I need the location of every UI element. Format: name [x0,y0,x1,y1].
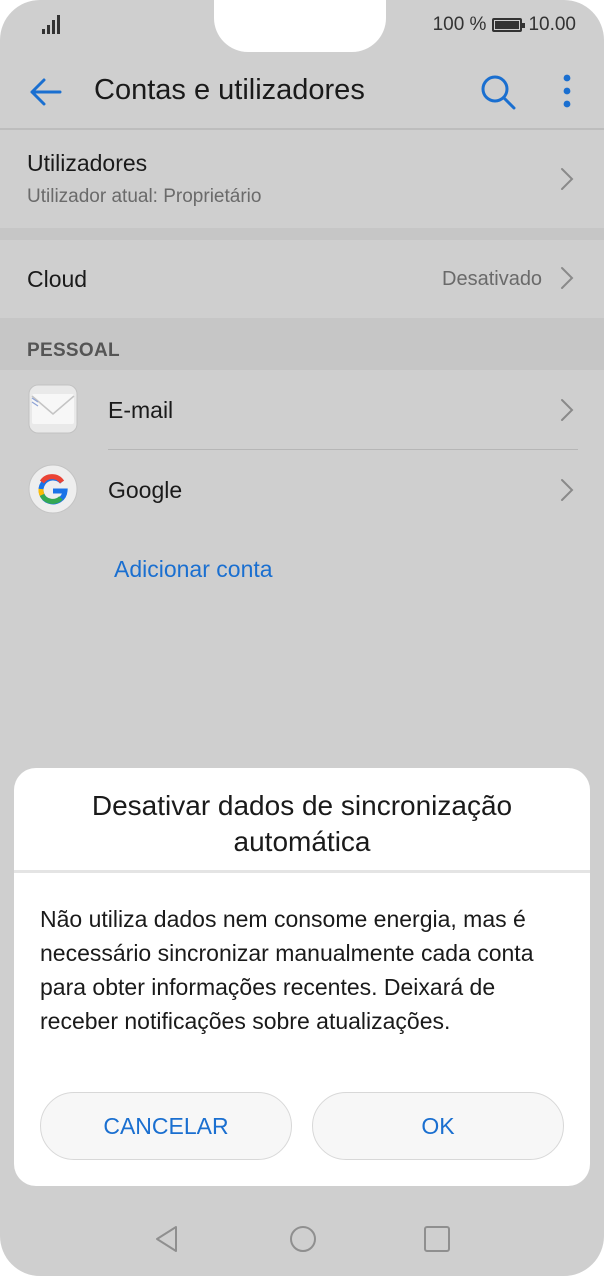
account-label-google: Google [108,477,183,503]
more-options-icon[interactable] [552,72,582,112]
search-icon[interactable] [478,72,518,112]
status-bar: 100 % 10.00 [0,0,604,52]
signal-icon [42,14,64,34]
status-right: 100 % 10.00 [433,14,576,36]
users-subtitle: Utilizador atual: Proprietário [27,186,262,207]
nav-back-icon[interactable] [152,1224,182,1254]
toolbar: Contas e utilizadores [0,52,604,130]
clock: 10.00 [528,14,576,35]
google-icon [28,464,78,514]
users-row[interactable]: Utilizadores Utilizador atual: Proprietá… [0,130,604,228]
dialog-message: Não utiliza dados nem consome energia, m… [40,906,534,1034]
account-label-email: E-mail [108,397,174,423]
ok-button[interactable]: OK [312,1092,564,1160]
chevron-right-icon [561,267,574,289]
nav-home-icon[interactable] [288,1224,318,1254]
phone-screen: 100 % 10.00 Contas e utilizadores Utiliz… [0,0,604,1276]
add-account-link[interactable]: Adicionar conta [114,556,273,583]
chevron-right-icon [561,399,574,421]
battery-percent: 100 % [432,14,487,35]
cloud-title: Cloud [27,266,88,292]
email-icon [28,384,78,434]
account-row-email[interactable]: E-mail [0,370,604,450]
cloud-status: Desativado [442,268,543,290]
users-title: Utilizadores [27,150,148,176]
section-header: PESSOAL [0,318,604,370]
page-title: Contas e utilizadores [94,74,365,106]
dialog-divider [14,870,590,873]
nav-recent-icon[interactable] [422,1224,452,1254]
section-label-personal: PESSOAL [27,340,120,361]
battery-icon [492,18,526,32]
cloud-row[interactable]: Cloud Desativado [0,240,604,318]
dialog-title: Desativar dados de sincronização automát… [91,790,513,857]
navigation-bar [0,1206,604,1276]
cancel-button[interactable]: CANCELAR [40,1092,292,1160]
chevron-right-icon [561,479,574,501]
section-spacer [0,228,604,240]
account-row-google[interactable]: Google [0,450,604,530]
back-arrow-icon[interactable] [26,72,66,112]
chevron-right-icon [561,168,574,190]
sync-dialog: Desativar dados de sincronização automát… [14,768,590,1186]
